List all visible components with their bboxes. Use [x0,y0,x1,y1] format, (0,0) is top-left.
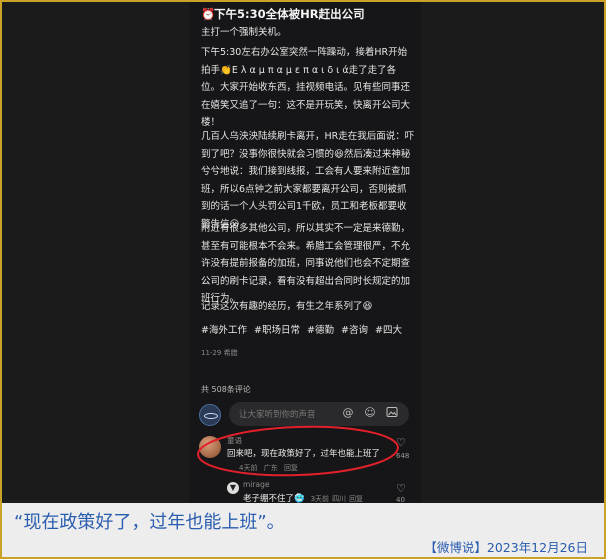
post-tags: #海外工作 #职场日常 #德勤 #咨询 #四大 [201,322,406,336]
source-label: 【微博说】2023年12月26日 [424,540,588,555]
left-backdrop [2,2,189,505]
heart-icon[interactable]: ♡ [396,436,406,449]
commenter-name[interactable]: mirage [243,480,269,489]
post-paragraph-3: 几百人乌泱泱陆续刷卡离开，HR走在我后面说：吓到了吧？没事你很快就会习惯的😆然后… [201,131,415,230]
comment-count: 共 508条评论 [201,385,251,394]
post-paragraph-2: 下午5:30左右办公室突然一阵躁动，接着HR开始拍手👏Ε λ α μ π α μ… [201,47,411,129]
comment-time: 3天前 [310,495,330,503]
at-icon[interactable]: @ [341,406,355,420]
comment-location: 四川 [332,495,347,503]
screenshot-frame: ⏰下午5:30全体被HR赶出公司 主打一个强制关机。 下午5:30左右办公室突然… [2,2,604,557]
right-backdrop [421,2,604,505]
post-paragraph-5: 记录这次有趣的经历，有生之年系列了😆 [201,301,373,312]
post-title: ⏰下午5:30全体被HR赶出公司 [201,7,365,21]
smile-icon[interactable]: ☺ [363,406,377,420]
commenter-avatar[interactable] [199,436,221,458]
comment-input-placeholder: 让大家听到你的声音 [239,410,316,420]
post-paragraph-4: 附近有很多其他公司，所以其实不一定是来德勤，甚至有可能根本不会来。希腊工会管理很… [201,223,411,305]
post-date: 11-29 希腊 [201,349,238,357]
phone-screenshot: ⏰下午5:30全体被HR赶出公司 主打一个强制关机。 下午5:30左右办公室突然… [189,2,421,505]
avatar [199,404,221,426]
tag-link[interactable]: #海外工作 [201,325,247,336]
alarm-clock-icon: ⏰ [201,7,216,21]
post-paragraph-1: 主打一个强制关机。 [201,27,287,38]
comment-meta: 4天前 广东 回复 [239,463,302,473]
caption-text: “现在政策好了，过年也能上班”。 [14,512,285,533]
image-icon[interactable] [385,406,399,420]
comment-input-row: 让大家听到你的声音 @ ☺ [199,402,411,426]
reply-button[interactable]: 回复 [349,495,363,503]
avatar[interactable]: ▼ [227,482,239,494]
commenter-name[interactable]: 童语 [227,435,242,446]
comment-input[interactable]: 让大家听到你的声音 @ ☺ [229,402,409,426]
comment-text: 回来吧，现在政策好了，过年也能上班了 [227,449,381,459]
comment-meta: 3天前 四川 回复 [311,495,366,503]
like-count: 648 [396,452,410,460]
comment-location: 广东 [263,464,278,472]
tag-link[interactable]: #德勤 [307,325,334,336]
comment-time: 4天前 [239,464,258,472]
tag-link[interactable]: #四大 [375,325,402,336]
tag-link[interactable]: #职场日常 [254,325,300,336]
reply-button[interactable]: 回复 [284,464,298,472]
tag-link[interactable]: #咨询 [341,325,368,336]
heart-icon[interactable]: ♡ [396,482,406,495]
